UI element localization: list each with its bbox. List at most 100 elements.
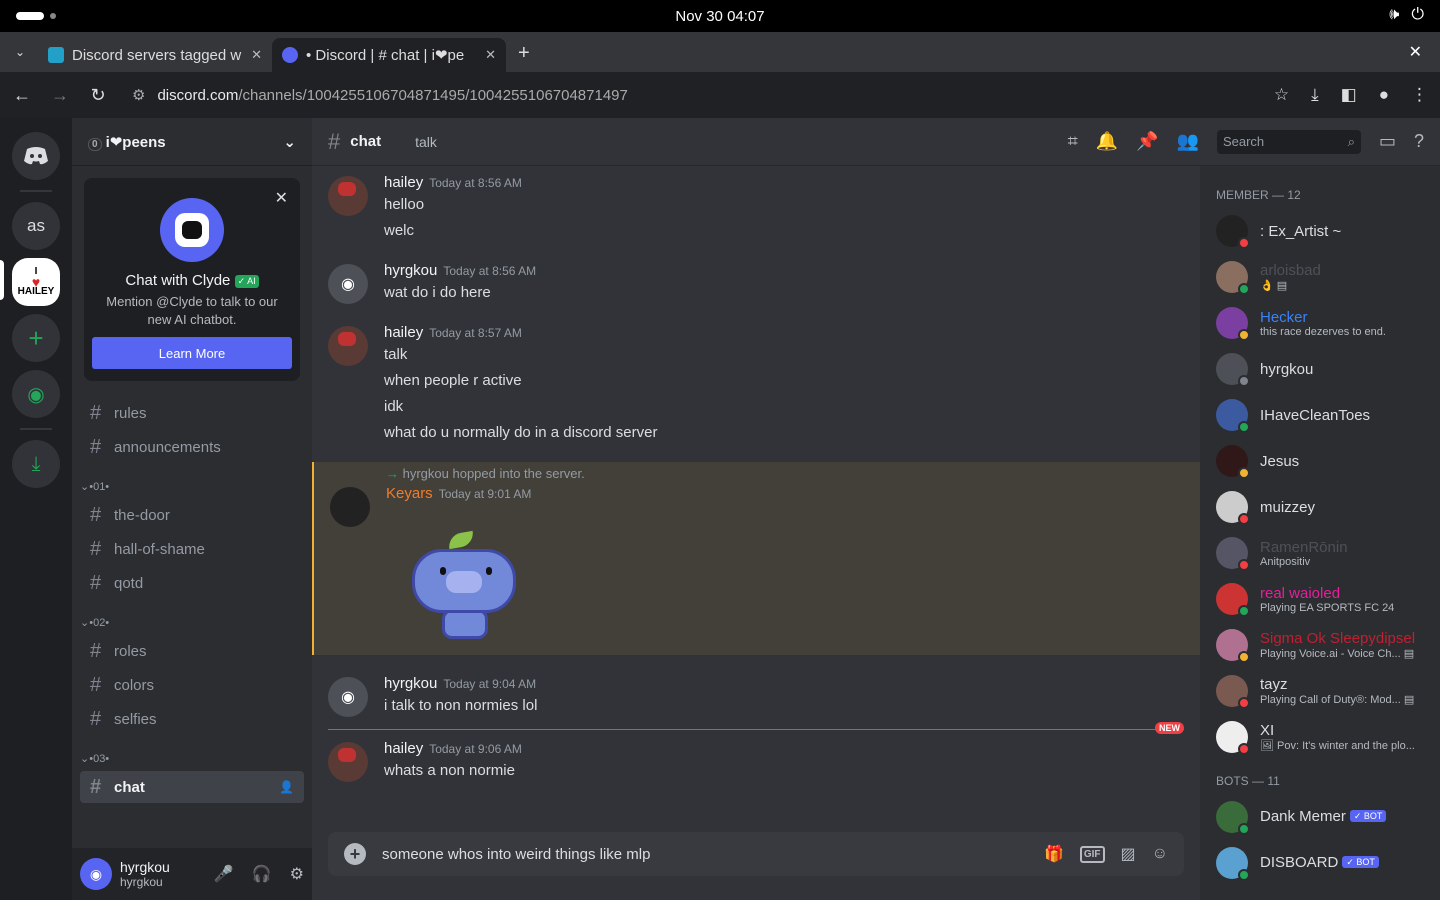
channel-hall-of-shame[interactable]: # hall-of-shame [80, 533, 304, 565]
close-icon[interactable]: ✕ [275, 188, 288, 208]
download-icon[interactable]: ⤓ [1311, 85, 1319, 105]
window-close-icon[interactable]: ✕ [1409, 42, 1422, 62]
member-row[interactable]: Hecker this race dezerves to end. [1216, 300, 1432, 346]
member-row[interactable]: hyrgkou [1216, 346, 1432, 392]
channel-selfies[interactable]: # selfies [80, 703, 304, 735]
message[interactable]: ◉ hyrgkou Today at 9:04 AM i talk to non … [312, 671, 1200, 723]
avatar[interactable] [1216, 261, 1250, 295]
member-row[interactable]: Jesus [1216, 438, 1432, 484]
address-bar[interactable]: ⚙ discord.com/channels/10042551067048714… [126, 78, 1256, 112]
avatar[interactable] [328, 742, 368, 782]
member-row[interactable]: XI 🖼 Pov: It's winter and the plo... [1216, 714, 1432, 760]
member-row[interactable]: arloisbad 👌 ▤ [1216, 254, 1432, 300]
avatar[interactable] [1216, 675, 1250, 709]
home-discord-icon[interactable] [12, 132, 60, 180]
category-01[interactable]: ⌄ •01• [80, 471, 304, 499]
workspace-indicator[interactable] [16, 12, 44, 20]
message-author[interactable]: hailey [384, 740, 423, 757]
bot-row[interactable]: DISBOARD ✓ BOT [1216, 840, 1432, 886]
avatar[interactable] [1216, 537, 1250, 571]
avatar[interactable] [328, 326, 368, 366]
members-icon[interactable]: 👥 [1177, 131, 1199, 152]
join-message[interactable]: → hyrgkou hopped into the server. Keyars… [312, 462, 1200, 655]
avatar[interactable] [1216, 629, 1250, 663]
site-info-icon[interactable]: ⚙ [132, 86, 145, 104]
tab-close-icon[interactable]: ✕ [251, 47, 262, 63]
download-apps-icon[interactable]: ⤓ [12, 440, 60, 488]
side-panel-icon[interactable]: ◧ [1341, 85, 1357, 105]
forward-icon[interactable]: → [50, 85, 70, 106]
member-row[interactable]: muizzey [1216, 484, 1432, 530]
avatar[interactable] [1216, 721, 1250, 755]
learn-more-button[interactable]: Learn More [92, 337, 292, 369]
wumpus-sticker[interactable] [402, 519, 526, 643]
avatar[interactable] [330, 487, 370, 527]
message-input[interactable]: + someone whos into weird things like ml… [328, 832, 1184, 876]
member-row[interactable]: RamenRōnin Anitpositiv [1216, 530, 1432, 576]
avatar[interactable]: ◉ [80, 858, 112, 890]
message[interactable]: Keyars Today at 9:01 AM [314, 481, 1200, 647]
channel-chat[interactable]: # chat 👤 [80, 771, 304, 803]
channel-the-door[interactable]: # the-door [80, 499, 304, 531]
emoji-icon[interactable]: ☺ [1152, 845, 1168, 863]
avatar[interactable] [1216, 583, 1250, 617]
threads-icon[interactable]: ⌗ [1068, 131, 1078, 152]
channel-qotd[interactable]: # qotd [80, 567, 304, 599]
channel-announcements[interactable]: # announcements [80, 431, 304, 463]
channel-colors[interactable]: # colors [80, 669, 304, 701]
avatar[interactable] [1216, 445, 1250, 479]
add-server-icon[interactable]: + [12, 314, 60, 362]
browser-tab[interactable]: Discord servers tagged w ✕ [38, 38, 272, 72]
back-icon[interactable]: ← [12, 85, 32, 106]
category-02[interactable]: ⌄ •02• [80, 607, 304, 635]
sticker-icon[interactable]: ▨ [1121, 844, 1136, 864]
avatar[interactable] [1216, 491, 1250, 525]
member-row[interactable]: real waioled Playing EA SPORTS FC 24 [1216, 576, 1432, 622]
mute-mic-icon[interactable]: 🎤 [214, 864, 234, 884]
workspace-dot[interactable] [50, 13, 56, 19]
new-tab-button[interactable]: + [518, 42, 530, 65]
bell-icon[interactable]: 🔔 [1096, 131, 1118, 152]
message-author[interactable]: hailey [384, 324, 423, 341]
message-author[interactable]: hyrgkou [384, 262, 437, 279]
explore-compass-icon[interactable]: ◉ [12, 370, 60, 418]
avatar[interactable]: ◉ [328, 264, 368, 304]
message-author[interactable]: hailey [384, 174, 423, 191]
avatar[interactable] [1216, 307, 1250, 341]
add-member-icon[interactable]: 👤 [279, 780, 294, 794]
search-input[interactable]: Search ⌕ [1216, 129, 1361, 154]
avatar[interactable] [1216, 353, 1250, 387]
tab-close-icon[interactable]: ✕ [485, 47, 496, 63]
message[interactable]: hailey Today at 8:57 AM talk when people … [312, 320, 1200, 450]
message-author[interactable]: Keyars [386, 485, 433, 502]
server-hailey[interactable]: I ♥ HAILEY [12, 258, 60, 306]
message-author[interactable]: hyrgkou [384, 675, 437, 692]
server-header[interactable]: 0 i❤peens ⌄ [72, 118, 312, 166]
avatar[interactable]: ◉ [328, 677, 368, 717]
member-row[interactable]: IHaveCleanToes [1216, 392, 1432, 438]
inbox-icon[interactable]: ▭ [1379, 131, 1396, 152]
channel-topic[interactable]: talk [415, 134, 1057, 150]
channel-rules[interactable]: # rules [80, 397, 304, 429]
clock[interactable]: Nov 30 04:07 [675, 8, 764, 25]
server-as[interactable]: as [12, 202, 60, 250]
power-icon[interactable]: ⏻ [1411, 6, 1424, 24]
member-row[interactable]: : Ex_Artist ~ [1216, 208, 1432, 254]
gif-icon[interactable]: GIF [1079, 845, 1105, 863]
pin-icon[interactable]: 📌 [1136, 131, 1158, 152]
reload-icon[interactable]: ↻ [88, 85, 108, 106]
headphones-icon[interactable]: 🎧 [252, 864, 272, 884]
message[interactable]: ◉ hyrgkou Today at 8:56 AM wat do i do he… [312, 258, 1200, 310]
avatar[interactable] [1216, 801, 1250, 835]
gift-icon[interactable]: 🎁 [1044, 844, 1064, 864]
profile-icon[interactable]: ● [1379, 85, 1389, 105]
volume-icon[interactable]: 🕪 [1389, 6, 1399, 24]
browser-tab-active[interactable]: • Discord | # chat | i❤pe ✕ [272, 38, 506, 72]
message[interactable]: hailey Today at 8:56 AM helloo welc [312, 170, 1200, 248]
channel-roles[interactable]: # roles [80, 635, 304, 667]
avatar[interactable] [328, 176, 368, 216]
avatar[interactable] [1216, 847, 1250, 881]
avatar[interactable] [1216, 215, 1250, 249]
bot-row[interactable]: Dank Memer ✓ BOT [1216, 794, 1432, 840]
help-icon[interactable]: ? [1414, 131, 1424, 152]
